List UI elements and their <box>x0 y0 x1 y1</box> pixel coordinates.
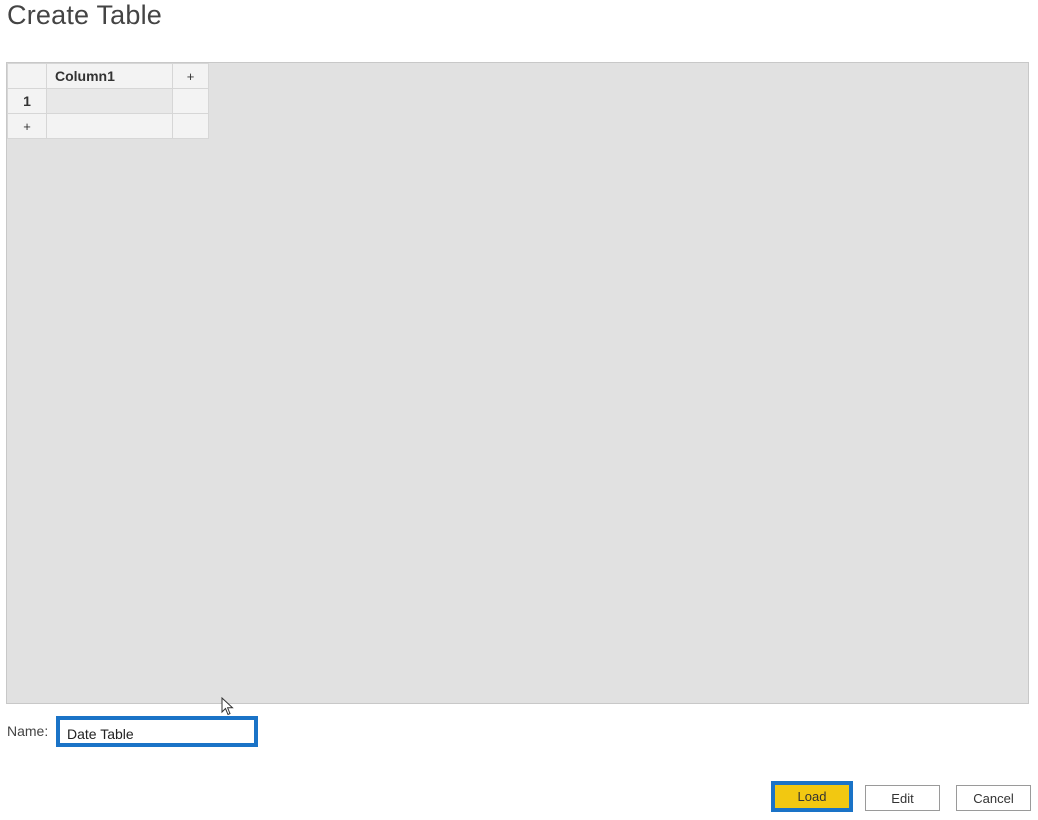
empty-cell <box>172 88 209 114</box>
dialog-title: Create Table <box>7 0 163 30</box>
edit-button[interactable]: Edit <box>865 785 940 811</box>
data-grid: Column1 + 1 + <box>7 63 209 139</box>
table-cell[interactable] <box>46 88 173 114</box>
empty-cell <box>46 113 173 139</box>
cancel-button[interactable]: Cancel <box>956 785 1031 811</box>
table-row: 1 <box>7 88 209 114</box>
empty-cell <box>172 113 209 139</box>
row-number: 1 <box>7 88 47 114</box>
mouse-cursor-icon <box>221 697 234 716</box>
header-row: Column1 + <box>7 63 209 89</box>
load-button[interactable]: Load <box>771 781 853 812</box>
add-row: + <box>7 113 209 139</box>
name-label: Name: <box>7 723 49 739</box>
table-grid-area: Column1 + 1 + <box>6 62 1029 704</box>
add-column-button[interactable]: + <box>172 63 209 89</box>
grid-corner <box>7 63 47 89</box>
column-header[interactable]: Column1 <box>46 63 173 89</box>
name-input[interactable] <box>56 716 258 747</box>
add-row-button[interactable]: + <box>7 113 47 139</box>
